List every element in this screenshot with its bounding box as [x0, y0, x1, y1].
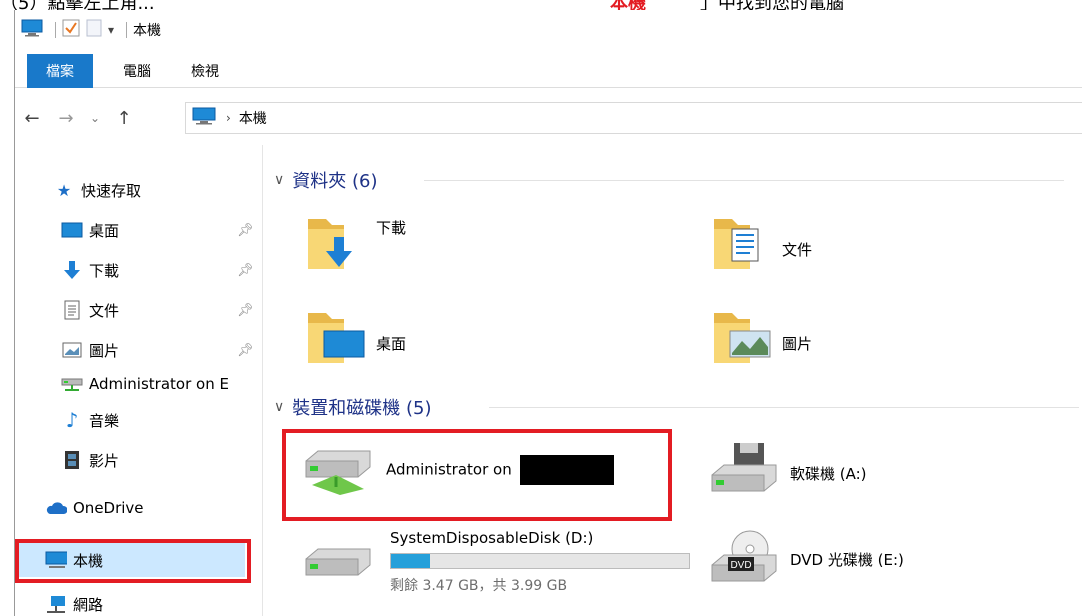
music-note-icon: ♪ [65, 408, 79, 432]
picture-icon [61, 341, 83, 359]
usage-bar [390, 553, 690, 569]
folder-label: 下載 [376, 219, 407, 237]
pin-icon[interactable]: 📌︎ [237, 343, 254, 358]
sidebar-item-onedrive[interactable]: OneDrive [15, 493, 263, 523]
documents-folder-icon [710, 211, 774, 275]
dvd-badge: DVD [730, 560, 751, 571]
pin-icon[interactable]: 📌︎ [237, 223, 254, 238]
breadcrumb-this-pc[interactable]: 本機 [239, 108, 267, 128]
tab-computer[interactable]: 電腦 [123, 54, 151, 88]
ribbon-tabs: 檔案 電腦 檢視 [15, 54, 1082, 88]
usage-bar-fill [391, 554, 430, 568]
drive-tile-dvd[interactable]: DVD DVD 光碟機 (E:) [708, 529, 904, 597]
group-title: 裝置和磁碟機 (5) [292, 398, 432, 419]
folder-tile-pictures[interactable]: 圖片 [710, 305, 812, 369]
content-pane: ∨ 資料夾 (6) 下載 文件 桌面 圖片 ∨ 裝置和磁碟機 (5) Admin… [264, 145, 1082, 616]
back-arrow-icon[interactable]: ← [15, 108, 49, 129]
collapse-chevron-icon[interactable]: ∨ [274, 399, 284, 415]
sidebar-item-downloads[interactable]: 下載 📌︎ [15, 255, 263, 285]
free-space-text: 剩餘 3.47 GB，共 3.99 GB [390, 578, 568, 594]
title-separator-2 [126, 22, 128, 38]
title-bar: ▾ 本機 [15, 10, 1082, 50]
sidebar-item-label: OneDrive [73, 499, 144, 517]
customize-toolbar-chevron-icon[interactable]: ▾ [108, 23, 114, 37]
sidebar-item-videos[interactable]: 影片 [15, 445, 263, 475]
drive-tile-system-disk[interactable]: SystemDisposableDisk (D:) 剩餘 3.47 GB，共 3… [302, 529, 690, 595]
navigation-pane: ★ 快速存取 桌面 📌︎ 下載 📌︎ 文件 📌︎ 圖片 📌︎ Administr… [15, 145, 263, 616]
sidebar-item-music[interactable]: ♪ 音樂 [15, 405, 263, 435]
red-highlight-this-pc [15, 539, 251, 583]
recent-locations-chevron-icon[interactable]: ⌄ [83, 111, 107, 125]
sidebar-item-label: 桌面 [89, 221, 120, 240]
address-bar[interactable]: › 本機 [185, 102, 1082, 134]
group-divider [489, 407, 1079, 408]
breadcrumb-chevron-icon[interactable]: › [226, 111, 231, 125]
properties-check-icon[interactable] [62, 19, 80, 41]
drive-tile-floppy[interactable]: 軟碟機 (A:) [708, 441, 867, 505]
cloud-icon [45, 499, 67, 517]
red-highlight-network-drive [282, 429, 672, 521]
file-explorer-window: ▾ 本機 檔案 電腦 檢視 ← → ⌄ ↑ › 本機 ★ 快速存取 桌面 📌︎ [14, 10, 1082, 616]
caption-text-highlight: 本機 [610, 0, 646, 10]
drive-label: DVD 光碟機 (E:) [790, 551, 904, 569]
sidebar-item-quick-access[interactable]: ★ 快速存取 [15, 175, 263, 205]
drive-label: 軟碟機 (A:) [790, 465, 867, 483]
film-icon [61, 451, 83, 469]
folder-label: 文件 [782, 241, 813, 259]
new-folder-icon[interactable] [86, 19, 102, 41]
navigation-bar: ← → ⌄ ↑ › 本機 [15, 98, 1082, 138]
this-pc-icon [21, 19, 43, 41]
group-header-drives[interactable]: ∨ 裝置和磁碟機 (5) [274, 392, 1079, 422]
sidebar-item-label: Administrator on E [89, 375, 229, 393]
caption-text-right: 」中找到您的電腦 [700, 0, 844, 10]
document-caption: （5）點擊左上角... 本機 」中找到您的電腦 [0, 0, 1082, 10]
network-icon [45, 595, 67, 613]
window-title: 本機 [133, 23, 162, 39]
up-arrow-icon[interactable]: ↑ [107, 108, 141, 129]
tab-file[interactable]: 檔案 [27, 54, 93, 88]
sidebar-item-documents[interactable]: 文件 📌︎ [15, 295, 263, 325]
address-pc-icon [192, 107, 218, 129]
pictures-folder-icon [710, 305, 774, 369]
sidebar-item-label: 網路 [73, 595, 104, 614]
sidebar-item-label: 音樂 [89, 411, 120, 430]
caption-text-left: （5）點擊左上角... [0, 0, 155, 10]
title-separator [55, 22, 56, 38]
folder-tile-documents[interactable]: 文件 [710, 211, 812, 275]
sidebar-item-pictures[interactable]: 圖片 📌︎ [15, 335, 263, 365]
group-header-folders[interactable]: ∨ 資料夾 (6) [274, 165, 1074, 195]
folder-tile-downloads[interactable]: 下載 [304, 211, 406, 275]
sidebar-item-network-share[interactable]: Administrator on E [15, 369, 263, 399]
dvd-drive-icon: DVD [708, 529, 780, 597]
drive-label: SystemDisposableDisk (D:) [390, 529, 594, 547]
forward-arrow-icon[interactable]: → [49, 108, 83, 129]
star-icon: ★ [56, 180, 72, 200]
group-title: 資料夾 (6) [292, 171, 378, 192]
sidebar-item-label: 快速存取 [81, 181, 142, 200]
floppy-drive-icon [708, 441, 780, 505]
pin-icon[interactable]: 📌︎ [237, 263, 254, 278]
sidebar-item-label: 文件 [89, 301, 120, 320]
sidebar-item-label: 圖片 [89, 341, 120, 360]
downloads-folder-icon [304, 211, 368, 275]
folder-label: 桌面 [376, 335, 407, 353]
collapse-chevron-icon[interactable]: ∨ [274, 172, 284, 188]
folder-label: 圖片 [782, 335, 813, 353]
drive-details: SystemDisposableDisk (D:) 剩餘 3.47 GB，共 3… [390, 529, 690, 595]
hard-drive-icon [302, 543, 374, 595]
document-icon [61, 300, 83, 320]
sidebar-item-label: 影片 [89, 451, 120, 470]
folder-tile-desktop[interactable]: 桌面 [304, 305, 406, 369]
sidebar-item-label: 下載 [89, 261, 120, 280]
pin-icon[interactable]: 📌︎ [237, 303, 254, 318]
desktop-icon [61, 221, 83, 239]
download-arrow-icon [61, 261, 83, 279]
desktop-folder-icon [304, 305, 368, 369]
sidebar-item-network[interactable]: 網路 [15, 589, 263, 616]
tab-view[interactable]: 檢視 [191, 54, 219, 88]
sidebar-item-desktop[interactable]: 桌面 📌︎ [15, 215, 263, 245]
group-divider [424, 180, 1064, 181]
network-drive-icon [61, 375, 83, 393]
